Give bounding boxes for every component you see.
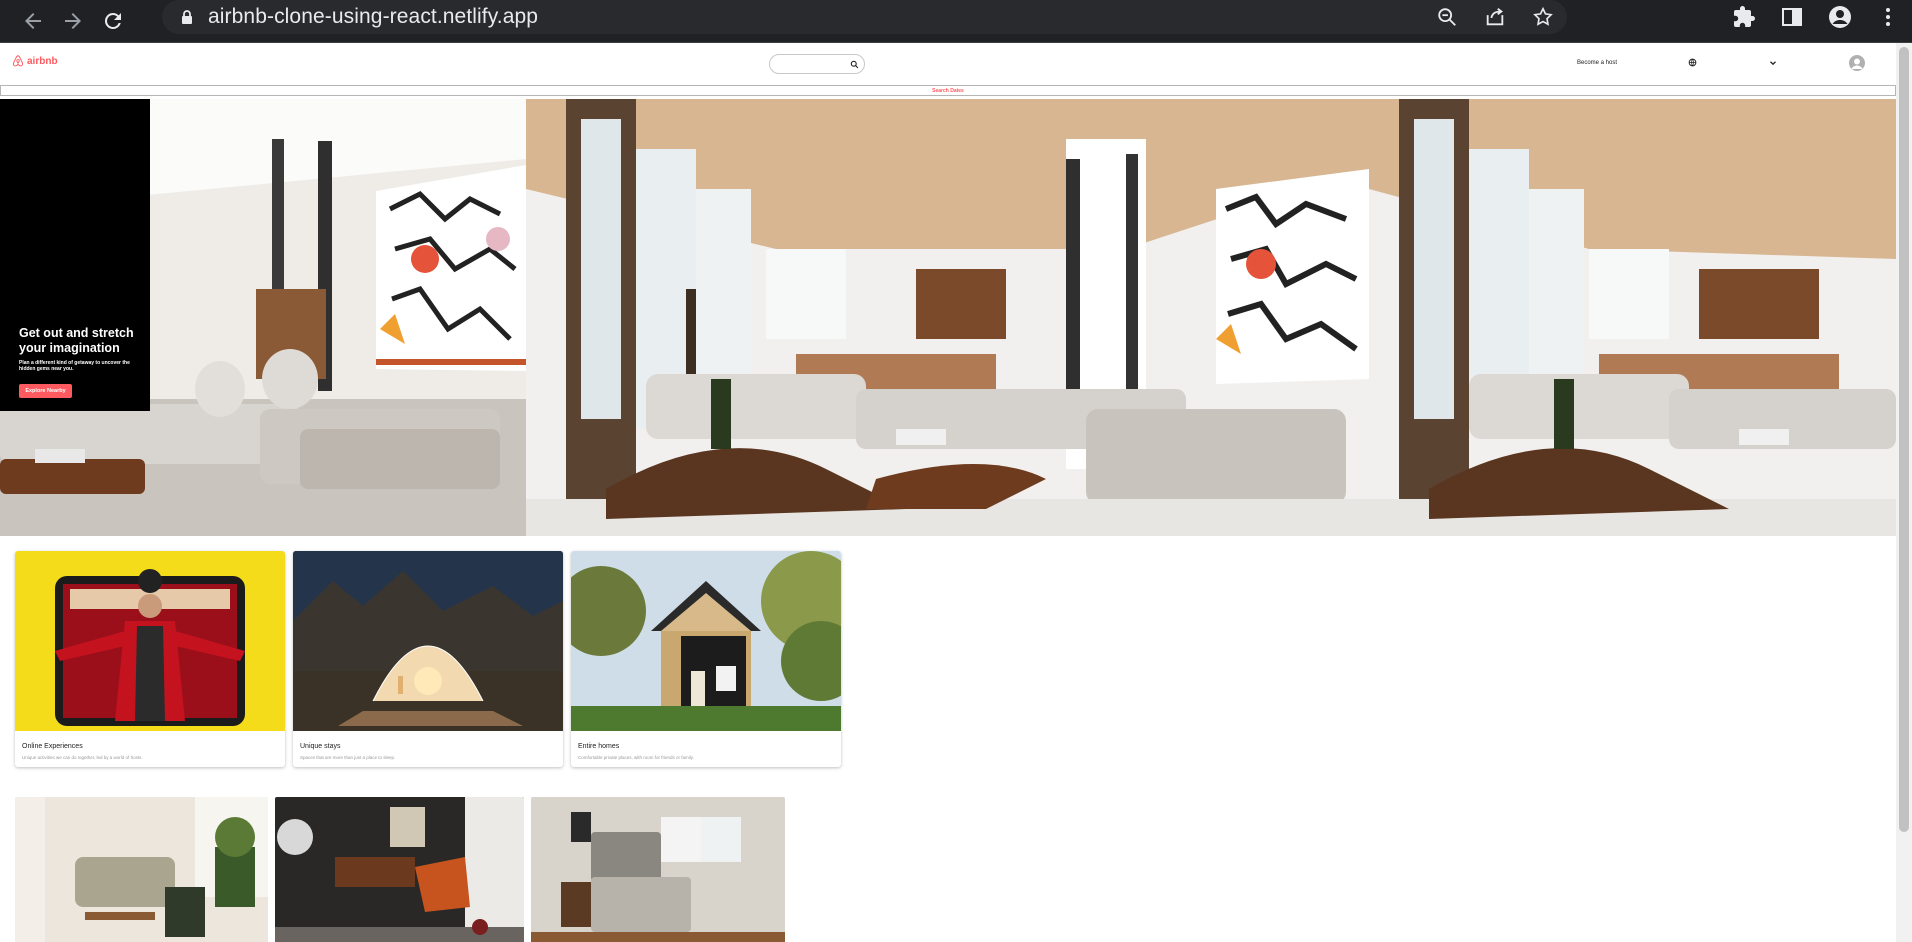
page-viewport: airbnb Become a host Search Dates Get ou… — [0, 43, 1896, 942]
share-button[interactable] — [1471, 0, 1519, 34]
search-input[interactable] — [780, 59, 850, 69]
globe-icon[interactable] — [1688, 58, 1697, 67]
zoom-button[interactable] — [1423, 0, 1471, 34]
gallery-item[interactable] — [531, 797, 785, 942]
avatar[interactable] — [1849, 55, 1865, 71]
card-description: Comfortable private places, with room fo… — [578, 755, 694, 760]
zoom-out-icon — [1438, 8, 1456, 26]
search-dates-button[interactable]: Search Dates — [932, 88, 964, 94]
card-title: Entire homes — [578, 743, 620, 750]
puzzle-icon — [1734, 6, 1755, 27]
card-unique-stays[interactable]: Unique stays Spaces that are more than j… — [293, 551, 563, 767]
card-title: Unique stays — [300, 743, 341, 750]
search-box[interactable] — [769, 54, 865, 74]
card-description: Unique activities we can do together, le… — [22, 755, 143, 760]
card-description: Spaces that are more than just a place t… — [300, 755, 396, 760]
bookmark-button[interactable] — [1519, 0, 1567, 34]
open-living-space-image — [526, 99, 1369, 536]
dining-view-image — [1369, 99, 1896, 536]
lock-icon — [182, 10, 192, 24]
chevron-down-icon[interactable] — [1768, 58, 1778, 68]
become-host-link[interactable]: Become a host — [1577, 60, 1617, 66]
address-bar[interactable]: airbnb-clone-using-react.netlify.app — [162, 0, 1567, 34]
entire-homes-image — [571, 551, 841, 731]
search-icon[interactable] — [850, 60, 859, 69]
search-dates-bar: Search Dates — [0, 85, 1896, 96]
reload-icon — [104, 12, 121, 29]
hero-title: Get out and stretch your imagination — [19, 326, 134, 355]
gallery-item[interactable] — [275, 797, 524, 942]
reload-button[interactable] — [93, 4, 133, 38]
extensions-button[interactable] — [1720, 0, 1768, 34]
menu-button[interactable] — [1864, 0, 1912, 34]
unique-stays-image — [293, 551, 563, 731]
card-title: Online Experiences — [22, 743, 83, 750]
arrow-right-icon — [65, 13, 81, 29]
star-icon — [1533, 6, 1553, 26]
airbnb-logo[interactable]: airbnb — [11, 54, 58, 68]
user-avatar-icon — [1851, 58, 1863, 69]
browser-toolbar: airbnb-clone-using-react.netlify.app — [0, 0, 1912, 42]
hero-promo-card: Get out and stretch your imagination Pla… — [0, 99, 150, 411]
site-header: airbnb Become a host — [0, 43, 1896, 85]
forward-button[interactable] — [53, 4, 93, 38]
profile-button[interactable] — [1816, 0, 1864, 34]
gallery-item[interactable] — [15, 797, 268, 942]
back-button[interactable] — [13, 4, 53, 38]
side-panel-button[interactable] — [1768, 0, 1816, 34]
url-text: airbnb-clone-using-react.netlify.app — [208, 5, 539, 28]
hero-subtitle: Plan a different kind of getaway to unco… — [19, 360, 130, 372]
share-icon — [1486, 8, 1504, 26]
bedroom-image — [531, 797, 785, 942]
dark-living-room-image — [275, 797, 524, 942]
page-scrollbar[interactable] — [1896, 43, 1912, 942]
arrow-left-icon — [25, 13, 41, 29]
scrollbar-thumb[interactable] — [1899, 47, 1909, 832]
logo-text: airbnb — [27, 55, 58, 67]
hero-banner: Get out and stretch your imagination Pla… — [0, 99, 1896, 536]
inspiration-gallery — [15, 797, 785, 942]
cozy-living-room-image — [15, 797, 268, 942]
card-online-experiences[interactable]: Online Experiences Unique activities we … — [15, 551, 285, 767]
account-icon — [1829, 6, 1851, 28]
online-experiences-image — [15, 551, 285, 731]
explore-nearby-button[interactable]: Explore Nearby — [19, 384, 72, 398]
feature-cards: Online Experiences Unique activities we … — [15, 551, 841, 767]
airbnb-logo-icon — [12, 55, 24, 67]
side-panel-icon — [1782, 8, 1802, 26]
card-entire-homes[interactable]: Entire homes Comfortable private places,… — [571, 551, 841, 767]
more-vert-icon — [1886, 8, 1890, 26]
